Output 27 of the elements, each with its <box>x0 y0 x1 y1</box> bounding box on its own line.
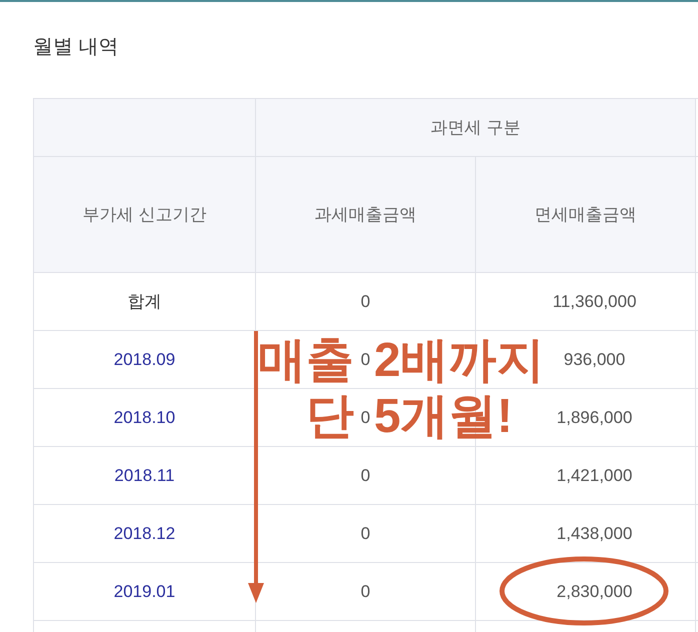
table-cell-text: 2,830,000 <box>556 580 632 603</box>
period-link[interactable]: 2018.12 <box>114 520 176 546</box>
period-link[interactable]: 2018.11 <box>114 462 175 488</box>
table-cell-text: 0 <box>360 522 370 545</box>
column-group-header: 과면세 구분 <box>430 116 520 139</box>
annotation-text: 단 <box>306 389 354 445</box>
period-link[interactable]: 2019.01 <box>114 578 176 604</box>
column-header: 과세매출금액 <box>314 204 416 226</box>
table-cell-text: 0 <box>360 290 370 313</box>
table-cell-text: 1,896,000 <box>556 406 632 429</box>
table-cell-text: 1,438,000 <box>556 522 632 545</box>
table-cell-text: 936,000 <box>564 348 626 371</box>
table-cell-text: 0 <box>360 348 370 371</box>
annotation-text: 5개월! <box>374 389 513 445</box>
table-cell-text: 1,421,000 <box>556 464 632 487</box>
column-header: 부가세 신고기간 <box>82 204 206 226</box>
table-cell-text: 11,360,000 <box>552 290 636 313</box>
total-label: 합계 <box>128 290 162 313</box>
table-cell-text: 0 <box>360 580 370 603</box>
table-cell-text: 0 <box>360 464 370 487</box>
table-cell-text: 0 <box>360 406 370 429</box>
period-link[interactable]: 2018.09 <box>114 346 176 372</box>
column-header: 면세매출금액 <box>534 204 636 226</box>
period-link[interactable]: 2018.10 <box>114 404 176 430</box>
section-title: 월별 내역 <box>33 35 119 60</box>
annotation-text: 2배까지 <box>374 333 545 389</box>
annotation-text: 매출 <box>258 333 354 389</box>
